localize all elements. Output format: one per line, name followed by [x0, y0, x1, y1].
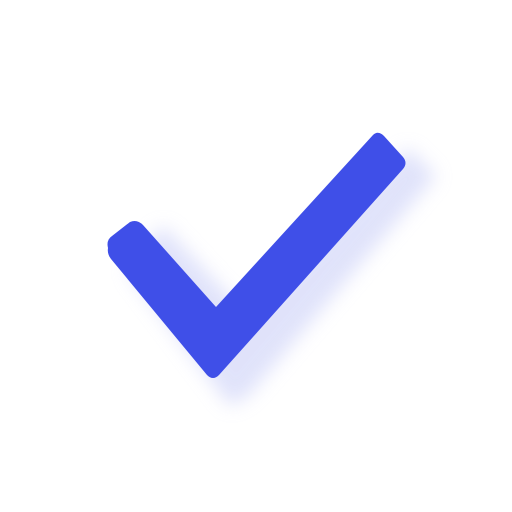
checkmark-icon	[107, 132, 436, 406]
app-icon-canvas	[0, 0, 512, 512]
